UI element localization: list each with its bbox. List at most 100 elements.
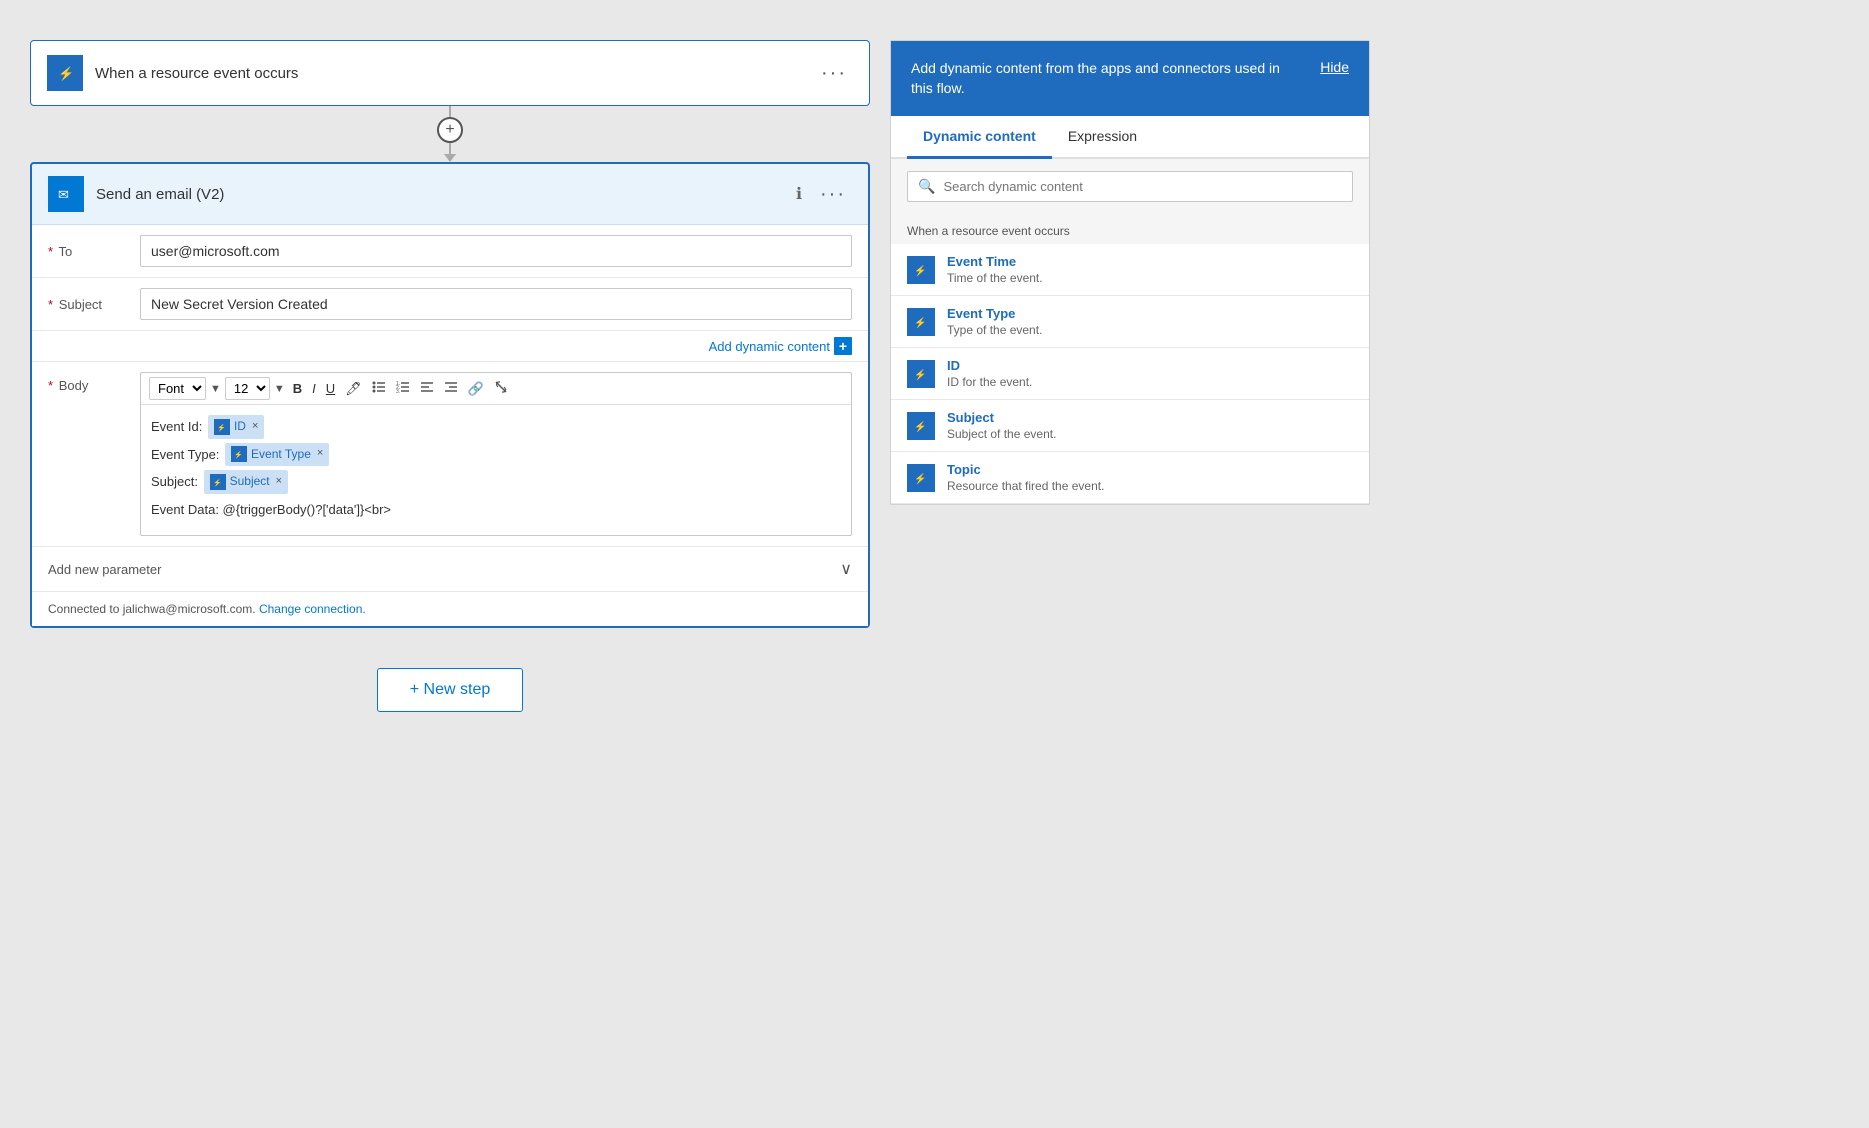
event-data-text: Event Data: @{triggerBody()?['data']}<br… — [151, 498, 391, 521]
action-card: ✉ Send an email (V2) ℹ ··· * To * Subjec… — [30, 162, 870, 628]
tab-expression[interactable]: Expression — [1052, 116, 1153, 159]
action-body: * To * Subject Add dynamic content + — [32, 225, 868, 626]
search-input-wrap: 🔍 — [907, 171, 1353, 202]
svg-text:⚡: ⚡ — [914, 264, 926, 277]
align-left-button[interactable] — [416, 378, 438, 399]
svg-text:⚡: ⚡ — [217, 423, 226, 432]
align-right-button[interactable] — [440, 378, 462, 399]
dynamic-item-desc-0: Time of the event. — [947, 271, 1353, 285]
svg-text:✉: ✉ — [58, 187, 69, 202]
svg-text:⚡: ⚡ — [914, 316, 926, 329]
add-dynamic-plus-icon: + — [834, 337, 852, 355]
dynamic-item-icon-0: ⚡ — [907, 256, 935, 284]
hide-panel-button[interactable]: Hide — [1320, 59, 1349, 75]
svg-text:⚡: ⚡ — [914, 368, 926, 381]
bold-button[interactable]: B — [289, 379, 306, 398]
dynamic-item-name-0: Event Time — [947, 254, 1353, 269]
size-chevron: ▼ — [274, 383, 285, 395]
connector-arrow — [444, 154, 456, 162]
action-header: ✉ Send an email (V2) ℹ ··· — [32, 164, 868, 225]
token-id[interactable]: ⚡ ID × — [208, 415, 264, 439]
panel-header-text: Add dynamic content from the apps and co… — [911, 59, 1304, 98]
trigger-card: ⚡ When a resource event occurs ··· — [30, 40, 870, 106]
action-title: Send an email (V2) — [96, 186, 784, 203]
panel-header: Add dynamic content from the apps and co… — [891, 41, 1369, 116]
search-icon: 🔍 — [918, 178, 935, 195]
connected-text: Connected to jalichwa@microsoft.com. — [48, 602, 256, 616]
dynamic-content-panel: Add dynamic content from the apps and co… — [890, 40, 1370, 505]
dynamic-item-desc-2: ID for the event. — [947, 375, 1353, 389]
event-id-prefix: Event Id: — [151, 415, 202, 438]
link-button[interactable]: 🔗 — [464, 379, 488, 399]
svg-text:⚡: ⚡ — [914, 472, 926, 485]
trigger-more-button[interactable]: ··· — [815, 60, 853, 87]
svg-text:3.: 3. — [396, 389, 400, 394]
svg-text:⚡: ⚡ — [914, 420, 926, 433]
dynamic-item[interactable]: ⚡ Subject Subject of the event. — [891, 400, 1369, 452]
body-line-3: Subject: ⚡ Subject × — [151, 470, 841, 494]
dynamic-item[interactable]: ⚡ Event Type Type of the event. — [891, 296, 1369, 348]
subject-prefix: Subject: — [151, 470, 198, 493]
font-select[interactable]: Font — [149, 377, 206, 400]
subject-row: * Subject — [32, 278, 868, 331]
dynamic-item-name-1: Event Type — [947, 306, 1353, 321]
token-subject[interactable]: ⚡ Subject × — [204, 470, 288, 494]
new-step-button[interactable]: + New step — [377, 668, 523, 712]
to-input[interactable] — [140, 235, 852, 267]
connector: + — [437, 106, 463, 162]
dynamic-item-icon-1: ⚡ — [907, 308, 935, 336]
dynamic-item-icon-2: ⚡ — [907, 360, 935, 388]
panel-tabs: Dynamic content Expression — [891, 116, 1369, 159]
font-size-select[interactable]: 12 — [225, 377, 270, 400]
add-param-row: Add new parameter ∨ — [32, 547, 868, 592]
token-event-type-remove[interactable]: × — [317, 444, 323, 464]
to-row: * To — [32, 225, 868, 278]
action-info-button[interactable]: ℹ — [796, 184, 802, 204]
subject-required-star: * — [48, 297, 53, 312]
search-row: 🔍 — [891, 159, 1369, 214]
action-icon: ✉ — [48, 176, 84, 212]
action-more-button[interactable]: ··· — [814, 181, 852, 208]
dynamic-item[interactable]: ⚡ ID ID for the event. — [891, 348, 1369, 400]
connector-line-bottom — [449, 143, 451, 154]
highlight-button[interactable]: 🖊 — [341, 379, 366, 399]
editor-content[interactable]: Event Id: ⚡ ID × Event Type: — [141, 405, 851, 535]
tab-dynamic-content[interactable]: Dynamic content — [907, 116, 1052, 159]
ordered-list-button[interactable]: 1.2.3. — [392, 378, 414, 399]
body-line-4: Event Data: @{triggerBody()?['data']}<br… — [151, 498, 841, 521]
dynamic-item-name-4: Topic — [947, 462, 1353, 477]
to-label: * To — [48, 244, 128, 259]
unordered-list-button[interactable] — [368, 378, 390, 399]
svg-text:⚡: ⚡ — [58, 66, 74, 82]
to-required-star: * — [48, 244, 53, 259]
search-input[interactable] — [943, 179, 1342, 194]
change-connection-link[interactable]: Change connection. — [259, 602, 366, 616]
subject-input[interactable] — [140, 288, 852, 320]
unlink-button[interactable] — [490, 378, 512, 399]
section-header: When a resource event occurs — [891, 214, 1369, 244]
add-dynamic-row: Add dynamic content + — [32, 331, 868, 362]
token-event-type-icon: ⚡ — [231, 446, 247, 462]
dynamic-item-desc-3: Subject of the event. — [947, 427, 1353, 441]
svg-text:⚡: ⚡ — [213, 478, 222, 487]
dynamic-item[interactable]: ⚡ Topic Resource that fired the event. — [891, 452, 1369, 504]
body-label: * Body — [48, 372, 128, 393]
editor-toolbar: Font ▼ 12 ▼ B I U 🖊 — [141, 373, 851, 405]
trigger-title: When a resource event occurs — [95, 65, 803, 82]
italic-button[interactable]: I — [308, 379, 320, 398]
dynamic-item[interactable]: ⚡ Event Time Time of the event. — [891, 244, 1369, 296]
add-step-button[interactable]: + — [437, 117, 463, 143]
token-subject-remove[interactable]: × — [276, 472, 282, 492]
connected-row: Connected to jalichwa@microsoft.com. Cha… — [32, 592, 868, 626]
token-id-remove[interactable]: × — [252, 417, 258, 437]
token-event-type[interactable]: ⚡ Event Type × — [225, 443, 329, 467]
add-dynamic-button[interactable]: Add dynamic content + — [709, 337, 852, 355]
event-type-prefix: Event Type: — [151, 443, 219, 466]
add-param-chevron-button[interactable]: ∨ — [840, 559, 852, 579]
token-subject-icon: ⚡ — [210, 474, 226, 490]
underline-button[interactable]: U — [322, 379, 339, 398]
body-editor[interactable]: Font ▼ 12 ▼ B I U 🖊 — [140, 372, 852, 536]
token-subject-label: Subject — [230, 471, 270, 493]
body-required-star: * — [48, 378, 53, 393]
dynamic-item-name-2: ID — [947, 358, 1353, 373]
